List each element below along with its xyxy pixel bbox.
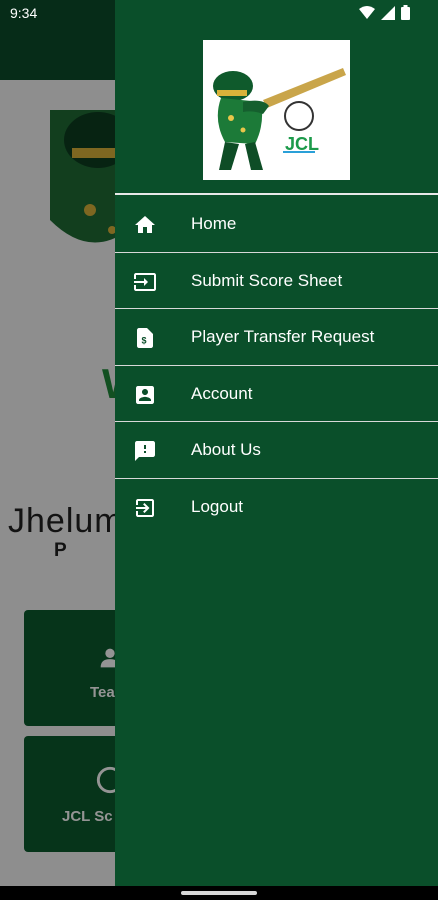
drawer-header: JCL: [115, 0, 438, 195]
cricket-batsman-logo: JCL: [213, 68, 346, 170]
battery-icon: [401, 5, 410, 20]
menu-item-logout[interactable]: Logout: [115, 479, 438, 536]
home-icon: [135, 216, 155, 233]
menu-item-player-transfer-request[interactable]: $ Player Transfer Request: [115, 309, 438, 366]
account-box-icon: [136, 385, 154, 404]
feedback-icon: [135, 441, 155, 461]
status-icons: [359, 5, 410, 20]
system-navigation-bar: [0, 886, 438, 900]
menu-item-submit-score-sheet[interactable]: Submit Score Sheet: [115, 253, 438, 309]
menu-item-label: Home: [191, 214, 237, 233]
menu-item-label: Submit Score Sheet: [191, 270, 343, 290]
menu-item-label: About Us: [191, 440, 261, 459]
wifi-icon: [359, 5, 375, 19]
menu-item-label: Logout: [191, 496, 243, 516]
menu-item-account[interactable]: Account: [115, 366, 438, 422]
dollar-document-icon: $: [137, 328, 153, 348]
logout-icon: [136, 498, 154, 517]
status-bar: 9:34: [0, 0, 438, 26]
gesture-handle[interactable]: [181, 891, 257, 895]
jcl-logo: JCL: [203, 40, 350, 180]
drawer-divider: [115, 193, 438, 195]
menu-item-label: Player Transfer Request: [191, 327, 375, 346]
drawer-menu: Home Submit Score Sheet $ Player Transfe…: [115, 196, 438, 535]
signal-icon: [381, 5, 395, 20]
svg-text:$: $: [142, 336, 147, 346]
menu-item-label: Account: [191, 383, 253, 403]
status-time: 9:34: [10, 5, 38, 21]
menu-item-about-us[interactable]: About Us: [115, 422, 438, 479]
input-icon: [134, 272, 156, 291]
navigation-drawer: JCL Home Submit Score Sheet $ Player Tra…: [115, 0, 438, 886]
menu-item-home[interactable]: Home: [115, 196, 438, 253]
